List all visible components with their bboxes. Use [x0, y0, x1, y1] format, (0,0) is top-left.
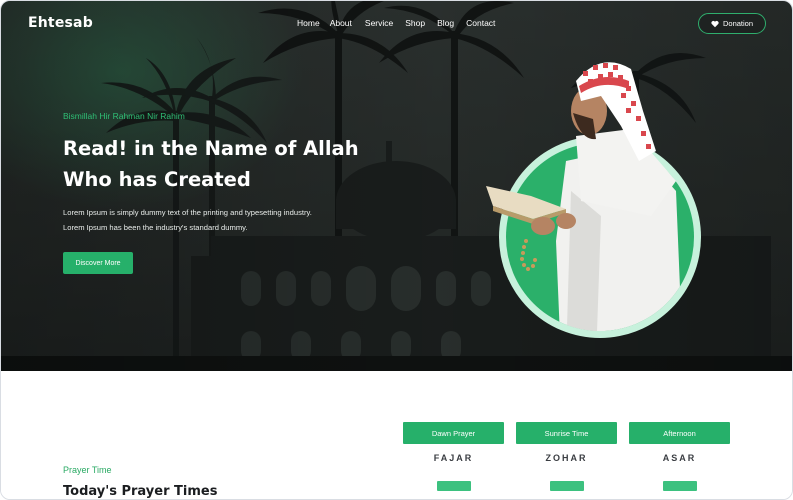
nav-about[interactable]: About	[330, 18, 352, 28]
hero-desc-line-1: Lorem Ipsum is simply dummy text of the …	[63, 208, 312, 217]
prayer-card-name: FAJAR	[433, 453, 474, 463]
page-frame: Ehtesab Home About Service Shop Blog Con…	[0, 0, 793, 500]
prayer-time-badge	[549, 481, 584, 491]
hero-subtitle: Bismillah Hir Rahman Nir Rahim	[63, 111, 185, 121]
nav-home[interactable]: Home	[297, 18, 320, 28]
prayer-card-zohar: Sunrise Time ZOHAR	[516, 422, 617, 499]
prayer-card-title: Dawn Prayer	[403, 422, 504, 444]
hero-title-line-2: Who has Created	[63, 168, 251, 191]
hero-person-image	[486, 62, 701, 338]
site-logo[interactable]: Ehtesab	[28, 15, 93, 31]
discover-more-button[interactable]: Discover More	[63, 252, 133, 274]
donation-label: Donation	[722, 19, 754, 28]
prayer-section: Prayer Time Today's Prayer Times Dawn Pr…	[1, 371, 792, 499]
nav-service[interactable]: Service	[365, 18, 393, 28]
nav-shop[interactable]: Shop	[405, 18, 425, 28]
prayer-card-title: Sunrise Time	[516, 422, 617, 444]
hero-title: Read! in the Name of Allah Who has Creat…	[63, 133, 363, 195]
donation-button[interactable]: Donation	[698, 13, 766, 34]
hero-desc-line-2: Lorem Ipsum has been the industry's stan…	[63, 223, 248, 232]
prayer-time-label: Prayer Time	[63, 465, 112, 475]
prayer-heading: Today's Prayer Times	[63, 484, 218, 499]
prayer-card-name: ASAR	[662, 453, 697, 463]
hero-description: Lorem Ipsum is simply dummy text of the …	[63, 205, 353, 235]
prayer-time-badge	[436, 481, 471, 491]
hero-section: Ehtesab Home About Service Shop Blog Con…	[1, 1, 792, 371]
heart-icon	[711, 20, 719, 27]
nav-contact[interactable]: Contact	[466, 18, 495, 28]
prayer-card-title: Afternoon	[629, 422, 730, 444]
hero-title-line-1: Read! in the Name of Allah	[63, 137, 359, 160]
prayer-card-fajar: Dawn Prayer FAJAR	[403, 422, 504, 499]
prayer-card-name: ZOHAR	[545, 453, 588, 463]
prayer-time-badge	[662, 481, 697, 491]
main-nav: Home About Service Shop Blog Contact	[297, 18, 495, 28]
nav-blog[interactable]: Blog	[437, 18, 454, 28]
prayer-card-asar: Afternoon ASAR	[629, 422, 730, 499]
